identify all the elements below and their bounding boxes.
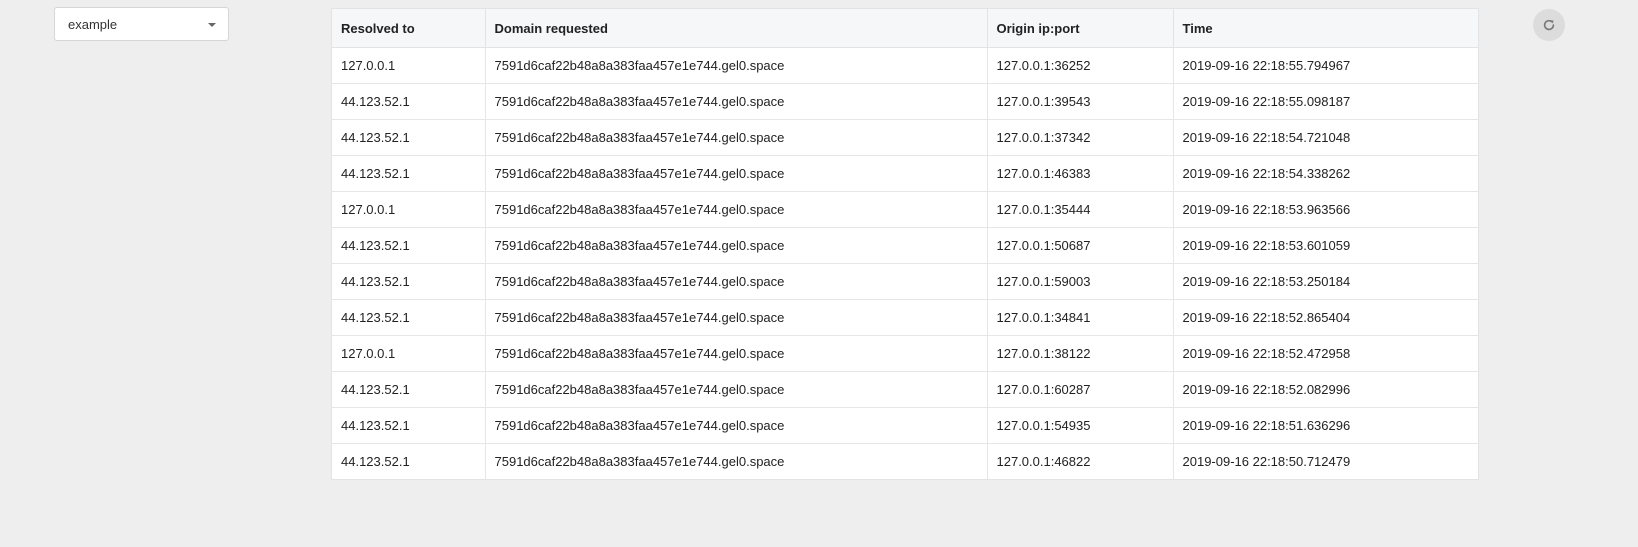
cell-domain-requested: 7591d6caf22b48a8a383faa457e1e744.gel0.sp… [485,83,988,120]
cell-origin: 127.0.0.1:35444 [987,191,1174,228]
cell-resolved-to: 44.123.52.1 [332,119,486,156]
cell-resolved-to: 44.123.52.1 [332,299,486,336]
cell-origin: 127.0.0.1:38122 [987,335,1174,372]
cell-time: 2019-09-16 22:18:50.712479 [1182,454,1351,469]
cell-resolved-to: 127.0.0.1 [332,191,486,228]
table-row: 44.123.52.1 7591d6caf22b48a8a383faa457e1e… [332,119,1478,156]
cell-origin: 127.0.0.1:37342 [987,119,1174,156]
cell-domain-requested: 7591d6caf22b48a8a383faa457e1e744.gel0.sp… [485,227,988,264]
cell-resolved-to: 44.123.52.1 [332,371,486,408]
cell-time: 2019-09-16 22:18:54.721048 [1173,119,1478,156]
cell-origin: 127.0.0.1:59003 [987,263,1174,300]
table-body: 127.0.0.1 7591d6caf22b48a8a383faa457e1e74… [332,47,1478,479]
column-header-domain-requested: Domain requested [485,9,988,48]
table-row: 44.123.52.1 7591d6caf22b48a8a383faa457e1e… [332,227,1478,264]
table-row: 44.123.52.1 7591d6caf22b48a8a383faa457e1e… [332,83,1478,120]
cell-time: 2019-09-16 22:18:55.794967 [1173,47,1478,84]
cell-origin: 127.0.0.1:36252 [987,47,1174,84]
cell-resolved-to: 44.123.52.1 [332,407,486,444]
table-row: 44.123.52.1 7591d6caf22b48a8a383faa457e1e… [332,263,1478,300]
table-row: 44.123.52.1 7591d6caf22b48a8a383faa457e1e… [332,299,1478,336]
cell-time: 2019-09-16 22:18:52.865404 [1173,299,1478,336]
domain-select-value: example [68,16,118,32]
column-header-origin: Origin ip:port [987,9,1174,48]
domain-select[interactable]: example [54,7,229,41]
cell-origin: 127.0.0.1:60287 [987,371,1174,408]
table-row: 44.123.52.1 7591d6caf22b48a8a383faa457e1e… [332,443,1478,479]
cell-domain-requested: 7591d6caf22b48a8a383faa457e1e744.gel0.sp… [485,263,988,300]
cell-time: 2019-09-16 22:18:55.098187 [1173,83,1478,120]
cell-resolved-to: 127.0.0.1 [332,335,486,372]
cell-resolved-to: 44.123.52.1 [332,443,486,479]
cell-time: 2019-09-16 22:18:53.601059 [1173,227,1478,264]
refresh-button[interactable] [1533,9,1565,41]
cell-resolved-to: 44.123.52.1 [332,227,486,264]
cell-domain-requested: 7591d6caf22b48a8a383faa457e1e744.gel0.sp… [485,47,988,84]
cell-origin: 127.0.0.1:50687 [987,227,1174,264]
cell-resolved-to: 44.123.52.1 [332,155,486,192]
table-row: 44.123.52.1 7591d6caf22b48a8a383faa457e1e… [332,155,1478,192]
cell-time: 2019-09-16 22:18:54.338262 [1173,155,1478,192]
cell-resolved-to: 44.123.52.1 [332,83,486,120]
cell-domain-requested: 7591d6caf22b48a8a383faa457e1e744.gel0.sp… [485,407,988,444]
refresh-icon [1543,19,1555,31]
cell-time: 2019-09-16 22:18:53.963566 [1173,191,1478,228]
cell-domain-requested: 7591d6caf22b48a8a383faa457e1e744.gel0.sp… [485,155,988,192]
chevron-down-icon [208,23,216,27]
dns-log-table: Resolved to Domain requested Origin ip:p… [331,8,1479,480]
cell-domain-requested: 7591d6caf22b48a8a383faa457e1e744.gel0.sp… [485,119,988,156]
column-header-resolved-to: Resolved to [332,9,486,48]
cell-origin: 127.0.0.1:46822 [987,443,1174,479]
cell-origin: 127.0.0.1:54935 [987,407,1174,444]
table-header-row: Resolved to Domain requested Origin ip:p… [332,9,1478,48]
column-header-time: Time [1173,9,1478,48]
cell-domain-requested: 7591d6caf22b48a8a383faa457e1e744.gel0.sp… [485,191,988,228]
table-row: 127.0.0.1 7591d6caf22b48a8a383faa457e1e74… [332,335,1478,372]
cell-origin: 127.0.0.1:46383 [987,155,1174,192]
cell-domain-requested: 7591d6caf22b48a8a383faa457e1e744.gel0.sp… [485,335,988,372]
cell-domain-requested: 7591d6caf22b48a8a383faa457e1e744.gel0.sp… [485,443,988,479]
cell-resolved-to: 44.123.52.1 [332,263,486,300]
cell-domain-requested: 7591d6caf22b48a8a383faa457e1e744.gel0.sp… [485,371,988,408]
cell-origin: 127.0.0.1:34841 [987,299,1174,336]
table-row: 127.0.0.1 7591d6caf22b48a8a383faa457e1e74… [332,47,1478,84]
table-row: 44.123.52.1 7591d6caf22b48a8a383faa457e1e… [332,407,1478,444]
cell-time: 2019-09-16 22:18:52.082996 [1173,371,1478,408]
table-row: 127.0.0.1 7591d6caf22b48a8a383faa457e1e74… [332,191,1478,228]
cell-origin: 127.0.0.1:39543 [987,83,1174,120]
cell-time: 2019-09-16 22:18:52.472958 [1173,335,1478,372]
cell-time: 2019-09-16 22:18:51.636296 [1173,407,1478,444]
table-row: 44.123.52.1 7591d6caf22b48a8a383faa457e1e… [332,371,1478,408]
cell-time: 2019-09-16 22:18:53.250184 [1173,263,1478,300]
cell-domain-requested: 7591d6caf22b48a8a383faa457e1e744.gel0.sp… [485,299,988,336]
cell-resolved-to: 127.0.0.1 [332,47,486,84]
